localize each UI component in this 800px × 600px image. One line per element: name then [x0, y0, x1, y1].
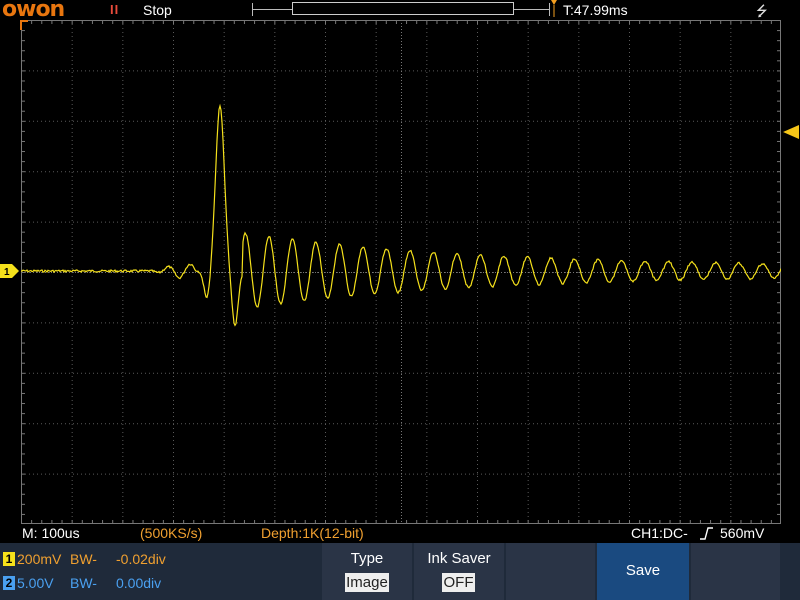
trigger-level-label: 560mV — [720, 525, 765, 541]
status-bar: owon II Stop T:47.99ms ⭍ — [0, 0, 800, 22]
bottom-menu-panel: 1 200mV BW- -0.02div 2 5.00V BW- 0.00div… — [0, 543, 800, 600]
memory-window — [292, 2, 514, 15]
trigger-position-icon — [551, 0, 557, 17]
ch1-status[interactable]: 1 200mV BW- -0.02div — [0, 546, 322, 573]
ch2-status[interactable]: 2 5.00V BW- 0.00div — [0, 570, 322, 597]
trigger-source-label[interactable]: CH1:DC- — [631, 525, 688, 541]
ch1-offset-marker-icon[interactable]: 1 — [0, 264, 20, 278]
info-line: M: 100us (500KS/s) Depth:1K(12-bit) CH1:… — [0, 524, 800, 542]
menu-slot-empty[interactable] — [691, 543, 780, 600]
ink-saver-value: OFF — [442, 573, 475, 592]
memory-position-bar — [252, 2, 550, 16]
ch2-volts: 5.00V — [17, 575, 54, 591]
svg-text:1: 1 — [4, 267, 10, 278]
ref-marker-icon — [20, 20, 28, 30]
ch1-bw: BW- — [70, 551, 97, 567]
pause-icon: II — [110, 2, 120, 17]
brand-logo: owon — [2, 0, 65, 22]
menu-slot-empty[interactable] — [506, 543, 595, 600]
run-state-label[interactable]: Stop — [143, 2, 172, 18]
ch2-offset: 0.00div — [116, 575, 162, 591]
type-menu-button[interactable]: Type Image — [322, 543, 412, 600]
ink-saver-title: Ink Saver — [427, 550, 491, 567]
ch2-badge: 2 — [3, 576, 15, 590]
type-menu-title: Type — [350, 550, 384, 567]
ch1-volts: 200mV — [17, 551, 62, 567]
timebase-label[interactable]: M: 100us — [22, 525, 80, 541]
ch1-offset: -0.02div — [116, 551, 166, 567]
graticule — [21, 20, 781, 524]
trigger-level-marker-icon[interactable] — [783, 125, 799, 139]
ch1-badge: 1 — [3, 552, 15, 566]
ink-saver-menu-button[interactable]: Ink Saver OFF — [414, 543, 504, 600]
trigger-time: T:47.99ms — [563, 2, 628, 18]
sample-rate-label: (500KS/s) — [140, 525, 203, 541]
menu-scroll-area — [782, 543, 800, 600]
type-menu-value: Image — [345, 573, 389, 592]
save-button-label: Save — [625, 562, 661, 579]
depth-label: Depth:1K(12-bit) — [261, 525, 364, 541]
rising-edge-icon — [700, 527, 713, 540]
save-button[interactable]: Save — [597, 543, 689, 600]
waveform-display — [21, 20, 781, 524]
ch2-bw: BW- — [70, 575, 97, 591]
